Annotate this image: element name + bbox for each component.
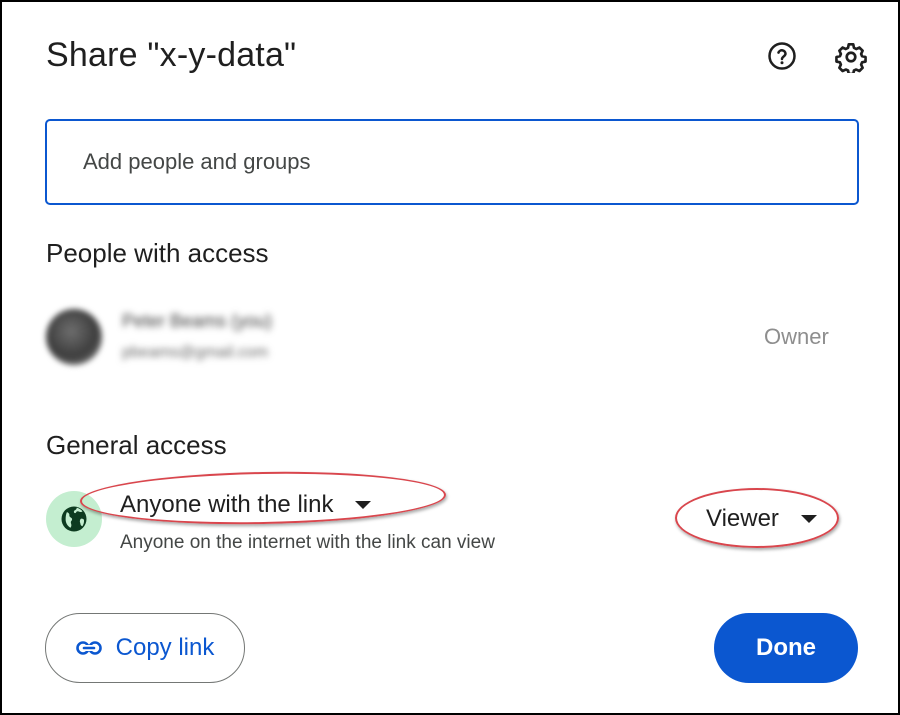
person-email: pbeams@gmail.com: [122, 344, 269, 361]
help-icon[interactable]: [766, 40, 798, 72]
general-access-description: Anyone on the internet with the link can…: [120, 532, 495, 553]
dialog-title: Share "x-y-data": [46, 36, 297, 74]
people-with-access-heading: People with access: [46, 238, 269, 268]
avatar: [46, 309, 102, 365]
person-name: Peter Beams (you): [122, 311, 273, 331]
role-label: Viewer: [706, 505, 779, 532]
link-icon: [75, 641, 102, 655]
general-access-level: Anyone with the link: [120, 491, 334, 518]
done-button[interactable]: Done: [714, 613, 858, 683]
chevron-down-icon: [800, 515, 817, 523]
share-dialog: Share "x-y-data" People with access Pete…: [0, 0, 900, 715]
general-access-dropdown[interactable]: Anyone with the link: [110, 486, 381, 524]
settings-gear-icon[interactable]: [834, 40, 868, 74]
help-circle-icon: [768, 42, 796, 70]
copy-link-button[interactable]: Copy link: [45, 613, 245, 683]
general-access-heading: General access: [46, 430, 227, 460]
add-people-input[interactable]: [45, 119, 859, 205]
globe-badge: [46, 491, 102, 547]
globe-icon: [61, 506, 87, 532]
role-dropdown[interactable]: Viewer: [696, 500, 827, 538]
gear-icon: [835, 43, 867, 73]
copy-link-label: Copy link: [115, 634, 215, 661]
chevron-down-icon: [355, 501, 372, 509]
owner-role-label: Owner: [764, 324, 829, 349]
